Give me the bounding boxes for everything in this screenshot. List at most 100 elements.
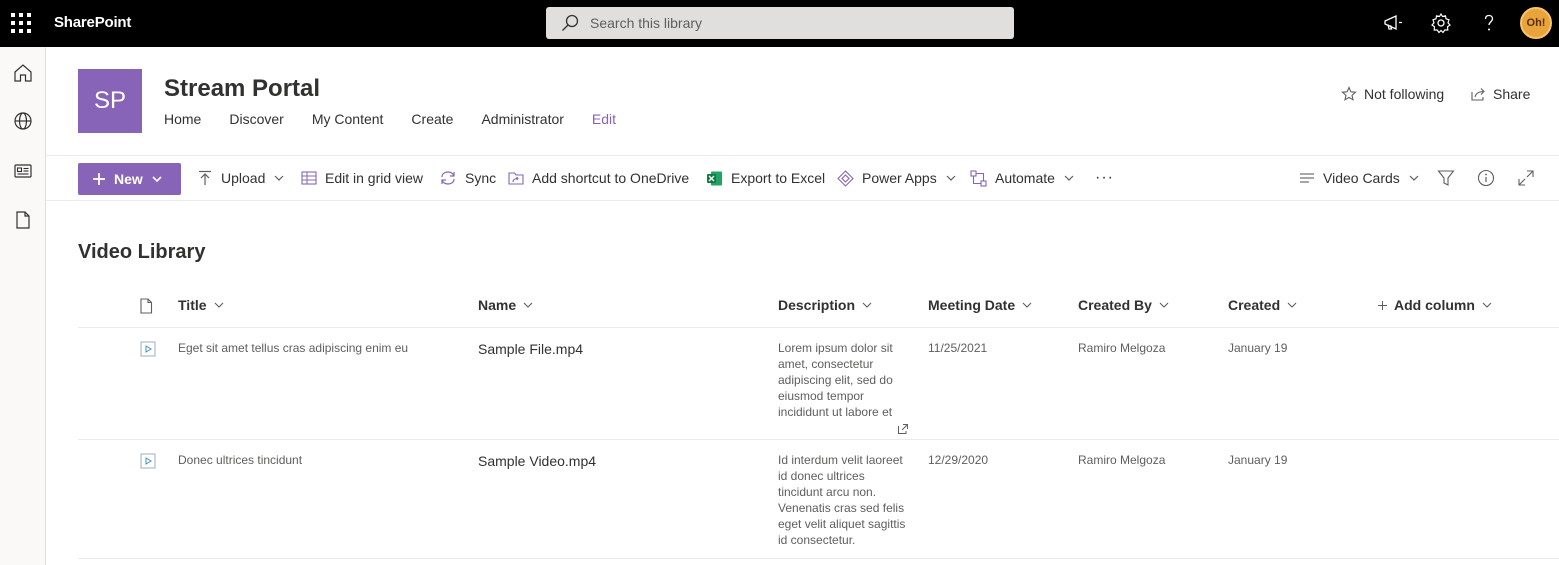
view-options-icon [1300, 173, 1314, 183]
search-box[interactable] [546, 7, 1014, 39]
add-column-button[interactable]: Add column [1377, 297, 1493, 313]
help-icon[interactable] [1478, 12, 1500, 34]
command-bar: New Upload Edit in grid view Sync Add sh… [46, 155, 1559, 201]
view-switcher-button[interactable]: Video Cards [1299, 156, 1420, 200]
document-icon[interactable] [12, 209, 34, 231]
add-column-label: Add column [1394, 297, 1475, 313]
power-apps-button[interactable]: Power Apps [837, 156, 957, 200]
column-description-label: Description [778, 297, 856, 313]
chevron-down-icon [214, 302, 223, 308]
add-shortcut-onedrive-button[interactable]: Add shortcut to OneDrive [508, 156, 689, 200]
chevron-down-icon [523, 302, 533, 308]
share-icon [1471, 88, 1485, 101]
column-header-meeting-date[interactable]: Meeting Date [928, 297, 1033, 313]
upload-button[interactable]: Upload [197, 156, 285, 200]
nav-item-administrator[interactable]: Administrator [481, 111, 563, 127]
home-icon[interactable] [12, 62, 34, 84]
chevron-down-icon [1159, 302, 1169, 308]
file-type-header-icon[interactable] [138, 298, 154, 314]
shortcut-icon [508, 172, 524, 185]
suite-bar: SharePoint Oh! [0, 0, 1559, 47]
row-created-by[interactable]: Ramiro Melgoza [1078, 452, 1165, 468]
site-navigation: Home Discover My Content Create Administ… [164, 111, 616, 127]
row-created-by[interactable]: Ramiro Melgoza [1078, 340, 1165, 356]
site-logo[interactable]: SP [78, 69, 142, 133]
row-meeting-date: 11/25/2021 [928, 341, 988, 355]
chevron-down-icon [946, 175, 956, 181]
nav-item-create[interactable]: Create [411, 111, 453, 127]
row-title[interactable]: Donec ultrices tincidunt [178, 452, 468, 468]
excel-icon [707, 171, 722, 185]
user-avatar[interactable]: Oh! [1520, 7, 1552, 39]
search-input[interactable] [590, 7, 990, 39]
automate-icon [970, 169, 987, 187]
chevron-down-icon [862, 302, 872, 308]
info-icon [1477, 169, 1495, 187]
column-name-label: Name [478, 297, 517, 313]
follow-label: Not following [1364, 86, 1445, 102]
left-rail [0, 47, 46, 565]
full-screen-button[interactable] [1517, 156, 1535, 200]
sync-button[interactable]: Sync [439, 156, 496, 200]
chevron-down-icon [1287, 302, 1297, 308]
expand-text-icon[interactable] [897, 423, 909, 435]
chevron-down-icon [1482, 302, 1492, 308]
news-icon[interactable] [12, 160, 34, 182]
grid-icon [301, 171, 317, 185]
video-file-icon [140, 453, 156, 469]
nav-item-home[interactable]: Home [164, 111, 201, 127]
sync-label: Sync [465, 170, 497, 186]
chevron-down-icon [1064, 175, 1074, 181]
more-actions-button[interactable]: ··· [1095, 156, 1114, 200]
column-header-title[interactable]: Title [178, 297, 225, 313]
row-title[interactable]: Eget sit amet tellus cras adipiscing eni… [178, 340, 468, 356]
row-name-link[interactable]: Sample File.mp4 [478, 341, 583, 357]
app-brand[interactable]: SharePoint [54, 14, 131, 31]
column-created-label: Created [1228, 297, 1281, 313]
library-title: Video Library [78, 241, 206, 263]
chevron-down-icon [1409, 175, 1419, 181]
chevron-down-icon [1022, 302, 1032, 308]
row-name-link[interactable]: Sample Video.mp4 [478, 453, 596, 469]
chevron-down-icon [152, 176, 162, 183]
app-launcher-icon[interactable] [11, 13, 31, 33]
export-excel-button[interactable]: Export to Excel [706, 156, 825, 200]
new-label: New [114, 171, 143, 187]
column-meeting-date-label: Meeting Date [928, 297, 1016, 313]
upload-label: Upload [221, 170, 266, 186]
automate-button[interactable]: Automate [970, 156, 1075, 200]
nav-item-discover[interactable]: Discover [229, 111, 283, 127]
row-description: Lorem ipsum dolor sit amet, consectetur … [778, 341, 893, 419]
edit-grid-view-button[interactable]: Edit in grid view [301, 156, 423, 200]
row-created: January 19 [1228, 453, 1288, 467]
follow-button[interactable]: Not following [1341, 86, 1444, 102]
add-shortcut-label: Add shortcut to OneDrive [532, 170, 690, 186]
globe-icon[interactable] [12, 110, 34, 132]
automate-label: Automate [995, 170, 1055, 186]
column-header-created[interactable]: Created [1228, 297, 1298, 313]
row-description: Id interdum velit laoreet id donec ultri… [778, 453, 906, 547]
share-button[interactable]: Share [1470, 86, 1530, 102]
nav-item-my-content[interactable]: My Content [312, 111, 384, 127]
settings-gear-icon[interactable] [1430, 12, 1452, 34]
upload-icon [199, 170, 211, 185]
sync-icon [441, 171, 455, 185]
column-header-name[interactable]: Name [478, 297, 534, 313]
chevron-down-icon [274, 175, 284, 181]
row-created: January 19 [1228, 341, 1288, 355]
plus-icon [93, 173, 105, 185]
video-file-icon [140, 341, 156, 357]
header-divider [78, 327, 1559, 328]
new-button[interactable]: New [78, 163, 181, 195]
nav-edit-link[interactable]: Edit [592, 111, 616, 127]
row-divider [78, 558, 1559, 559]
row-divider [78, 439, 1559, 440]
filter-button[interactable] [1437, 156, 1455, 200]
site-title[interactable]: Stream Portal [164, 75, 320, 103]
power-apps-label: Power Apps [862, 170, 937, 186]
details-pane-button[interactable] [1477, 156, 1495, 200]
column-header-description[interactable]: Description [778, 297, 873, 313]
column-header-created-by[interactable]: Created By [1078, 297, 1170, 313]
expand-icon [1518, 170, 1534, 186]
megaphone-icon[interactable] [1382, 12, 1404, 34]
